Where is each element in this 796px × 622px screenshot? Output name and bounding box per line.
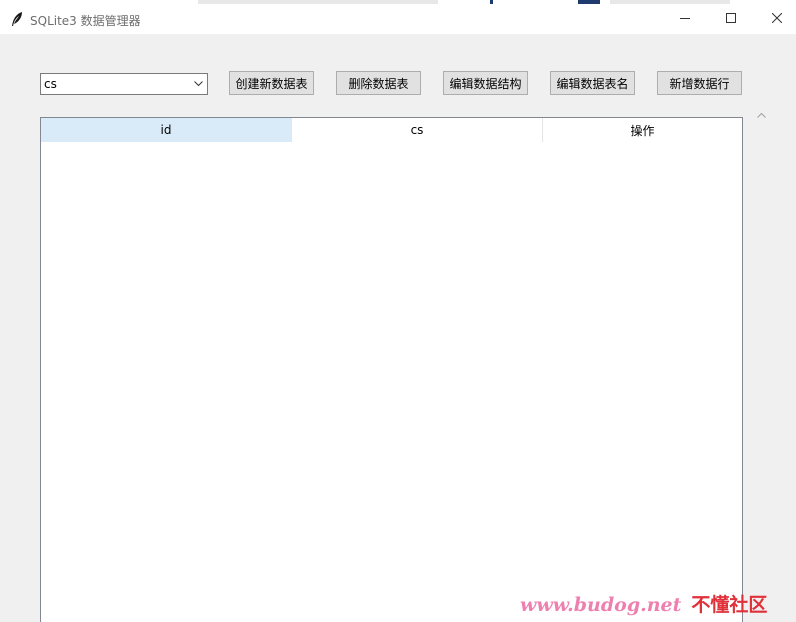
scroll-up-arrow[interactable] [757,112,766,118]
watermark-name: 不懂社区 [691,594,768,616]
add-row-button[interactable]: 新增数据行 [657,71,742,95]
create-table-button[interactable]: 创建新数据表 [229,71,314,95]
chevron-down-icon[interactable] [194,81,203,87]
minimize-button[interactable] [662,4,708,34]
column-header-actions[interactable]: 操作 [542,118,742,142]
maximize-button[interactable] [708,4,754,34]
watermark-url: www.budog.net [520,594,682,616]
close-icon [772,13,782,23]
table-select-value: cs [44,77,57,91]
window-title: SQLite3 数据管理器 [30,14,141,28]
rename-table-button[interactable]: 编辑数据表名 [550,71,635,95]
feather-icon [10,11,24,27]
edit-structure-button[interactable]: 编辑数据结构 [443,71,528,95]
column-header-id[interactable]: id [41,118,291,142]
minimize-icon [680,18,690,19]
data-table[interactable]: id cs 操作 [40,117,743,622]
table-select[interactable]: cs [40,73,208,95]
title-bar[interactable]: SQLite3 数据管理器 [0,4,796,34]
close-button[interactable] [754,4,796,34]
maximize-icon [726,13,736,23]
column-header-cs[interactable]: cs [291,118,542,142]
watermark: www.budog.net 不懂社区 [520,590,767,617]
delete-table-button[interactable]: 删除数据表 [336,71,421,95]
